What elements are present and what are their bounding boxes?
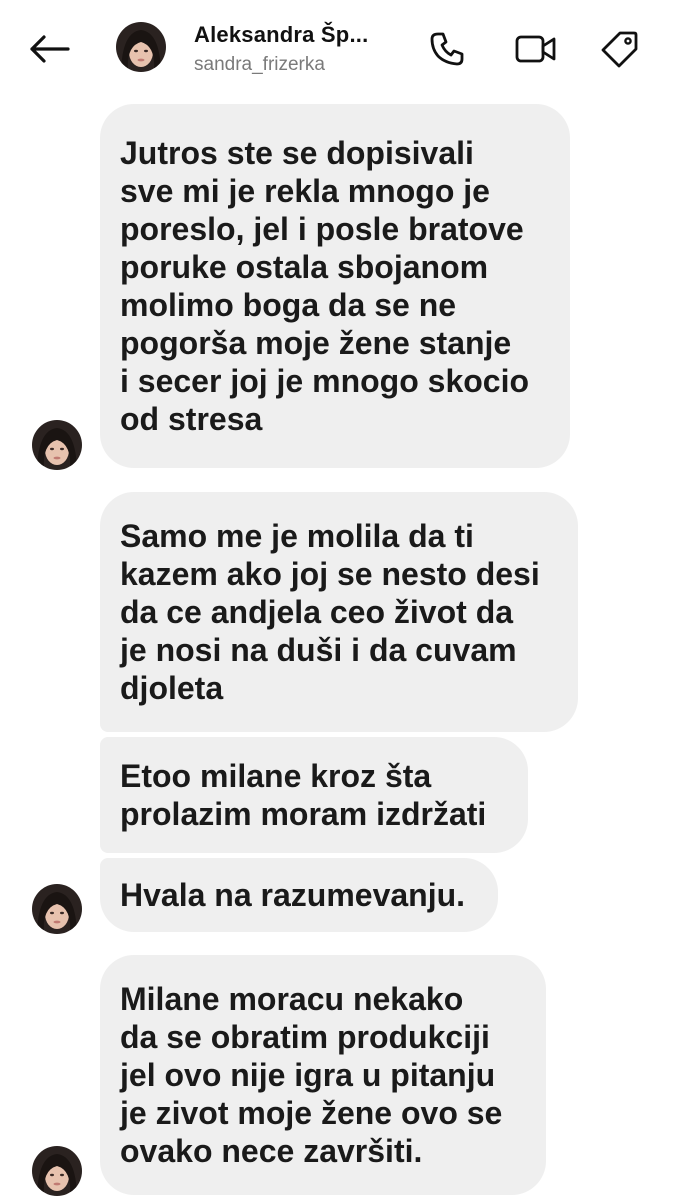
phone-icon [430, 32, 464, 66]
message-bubble[interactable]: Jutros ste se dopisivali sve mi je rekla… [100, 104, 570, 468]
message-bubble[interactable]: Milane moracu nekako da se obratim produ… [100, 955, 546, 1195]
video-camera-icon [515, 35, 556, 63]
sender-avatar[interactable] [32, 420, 82, 470]
back-button[interactable] [24, 26, 74, 72]
message-line: je nosi na duši i da cuvam [120, 632, 517, 668]
message-bubble[interactable]: Etoo milane kroz šta prolazim moram izdr… [100, 737, 528, 853]
message-line: molimo boga da se ne [120, 287, 457, 323]
contact-username[interactable]: sandra_frizerka [194, 54, 325, 76]
tag-icon [601, 31, 638, 68]
message-line: Milane moracu nekako [120, 981, 464, 1017]
tag-button[interactable] [597, 26, 643, 72]
message-bubble[interactable]: Samo me je molila da ti kazem ako joj se… [100, 492, 578, 732]
message-line: Hvala na razumevanju. [120, 877, 466, 913]
avatar[interactable] [116, 22, 166, 72]
call-button[interactable] [424, 26, 470, 72]
message-line: je zivot moje žene ovo se [120, 1095, 503, 1131]
chat-header: Aleksandra Šp... sandra_frizerka [0, 0, 676, 100]
message-line: djoleta [120, 670, 224, 706]
message-line: od stresa [120, 401, 263, 437]
message-line: Etoo milane kroz šta [120, 758, 432, 794]
message-line: da se obratim produkciji [120, 1019, 490, 1055]
sender-avatar[interactable] [32, 1146, 82, 1196]
arrow-left-icon [30, 35, 70, 63]
message-bubble[interactable]: Hvala na razumevanju. [100, 858, 498, 932]
message-line: da ce andjela ceo život da [120, 594, 514, 630]
message-line: i secer joj je mnogo skocio [120, 363, 530, 399]
contact-name[interactable]: Aleksandra Šp... [194, 22, 368, 48]
message-line: ovako nece završiti. [120, 1133, 423, 1169]
message-line: Jutros ste se dopisivali [120, 135, 474, 171]
message-line: jel ovo nije igra u pitanju [120, 1057, 496, 1093]
message-line: pogorša moje žene stanje [120, 325, 512, 361]
message-line: prolazim moram izdržati [120, 796, 487, 832]
message-line: Samo me je molila da ti [120, 518, 474, 554]
sender-avatar[interactable] [32, 884, 82, 934]
message-line: poreslo, jel i posle bratove [120, 211, 524, 247]
message-line: kazem ako joj se nesto desi [120, 556, 540, 592]
message-line: poruke ostala sbojanom [120, 249, 489, 285]
message-line: sve mi je rekla mnogo je [120, 173, 490, 209]
video-call-button[interactable] [513, 26, 559, 72]
